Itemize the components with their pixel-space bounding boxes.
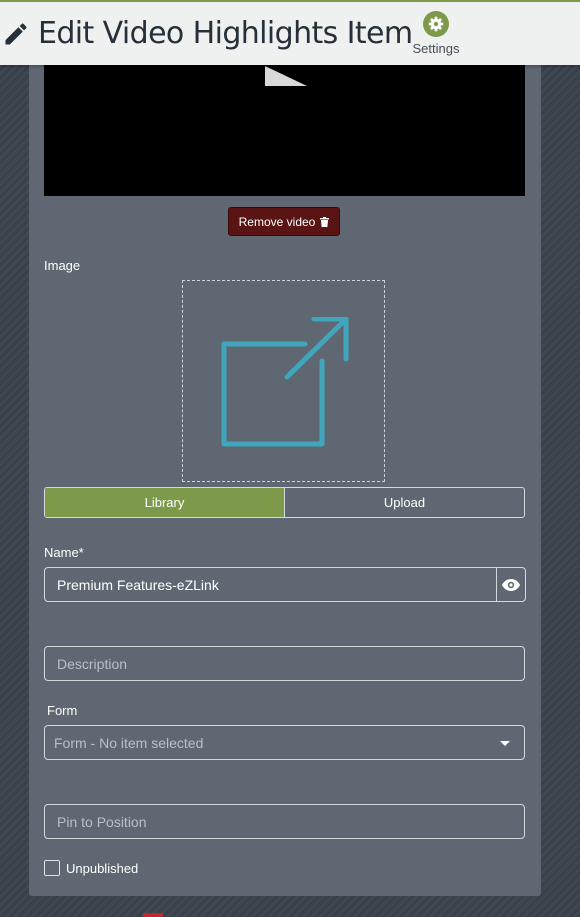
remove-video-button[interactable]: Remove video [228,207,340,236]
eye-icon [502,578,520,591]
name-label: Name* [44,545,84,560]
unpublished-label: Unpublished [66,861,139,876]
description-placeholder: Description [57,655,128,672]
image-source-toggle: Library Upload [44,487,525,518]
unpublished-checkbox[interactable] [44,860,60,876]
visibility-toggle-button[interactable] [496,567,526,602]
name-input[interactable]: Premium Features-eZLink [44,567,497,602]
page-header: Edit Video Highlights Item Settings [0,0,580,65]
image-label: Image [44,258,81,273]
settings-label: Settings [412,41,460,56]
play-icon[interactable] [265,66,307,86]
name-value: Premium Features-eZLink [57,576,219,593]
external-link-icon [221,317,349,447]
gear-icon [428,16,444,32]
pin-position-placeholder: Pin to Position [57,813,147,830]
image-dropzone[interactable] [182,280,385,482]
description-input[interactable]: Description [44,646,525,681]
bottom-red-marker [143,913,163,917]
form-select[interactable]: Form - No item selected [44,725,525,760]
settings-icon-badge [423,11,449,37]
chevron-down-icon [500,741,510,746]
form-label: Form [47,703,78,718]
trash-icon [320,216,330,227]
form-selected-value: Form - No item selected [54,734,204,751]
pin-position-input[interactable]: Pin to Position [44,804,525,839]
remove-video-label: Remove video [238,214,316,229]
page-title: Edit Video Highlights Item [38,16,413,51]
pencil-icon [5,23,27,45]
tab-library[interactable]: Library [45,488,285,517]
settings-button[interactable]: Settings [408,10,464,60]
tab-upload[interactable]: Upload [285,488,524,517]
video-preview[interactable] [44,60,525,196]
